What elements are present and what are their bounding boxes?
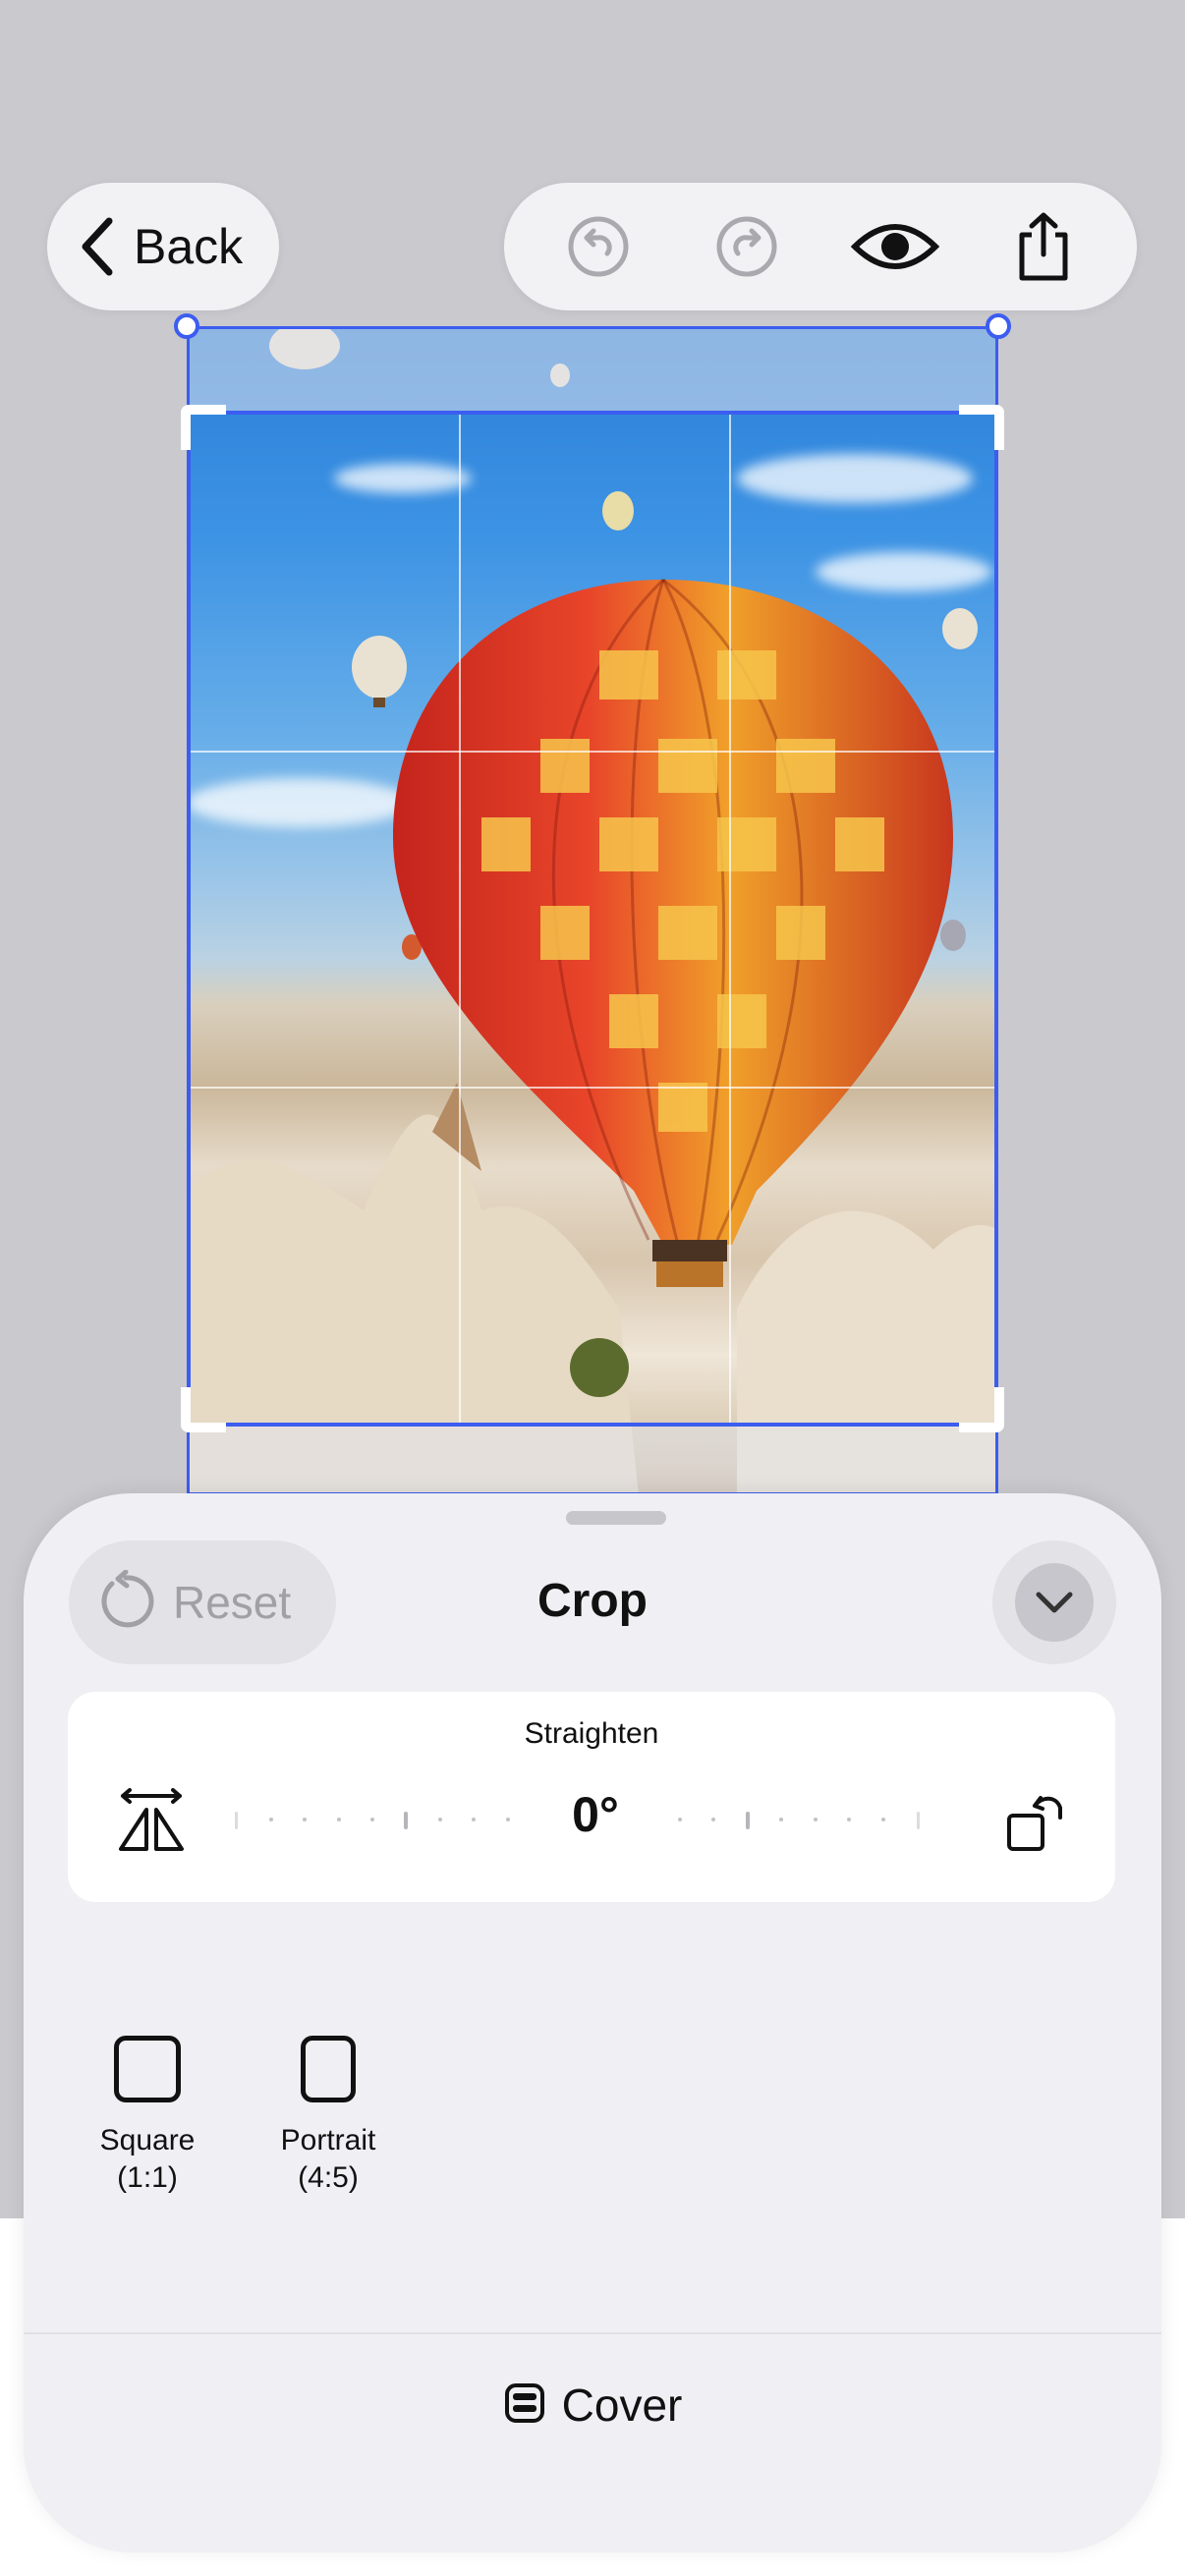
cover-button[interactable]: Cover — [24, 2358, 1161, 2452]
grid-line — [459, 415, 461, 1423]
redo-icon[interactable] — [703, 202, 791, 291]
undo-icon[interactable] — [554, 202, 643, 291]
grid-line — [191, 1087, 994, 1089]
crop-sheet: Reset Crop Straighten 0° Square (1:1) Po… — [24, 1493, 1161, 2552]
aspect-portrait-option[interactable]: Portrait (4:5) — [250, 2036, 407, 2197]
eye-icon[interactable] — [850, 202, 939, 291]
aspect-square-option[interactable]: Square (1:1) — [69, 2036, 226, 2197]
grid-line — [191, 751, 994, 753]
cover-stack-icon — [503, 2381, 546, 2430]
straighten-angle-value: 0° — [522, 1786, 669, 1843]
crop-handle-bottom-right[interactable] — [959, 1387, 1004, 1432]
aspect-option-name: Square — [99, 2124, 196, 2156]
cover-label: Cover — [561, 2380, 683, 2431]
sheet-divider — [24, 2332, 1161, 2334]
portrait-ratio-icon — [301, 2036, 356, 2102]
toolbar-actions — [504, 183, 1137, 310]
flip-horizontal-icon[interactable] — [117, 1788, 186, 1853]
aspect-option-ratio: (1:1) — [117, 2161, 178, 2194]
aspect-option-ratio: (4:5) — [298, 2161, 359, 2194]
straighten-label: Straighten — [524, 1717, 659, 1750]
crop-handle-bottom-left[interactable] — [181, 1387, 226, 1432]
crop-handle-top-left[interactable] — [181, 405, 226, 450]
back-button[interactable]: Back — [47, 183, 279, 310]
rotation-handle-right[interactable] — [986, 313, 1011, 339]
square-ratio-icon — [114, 2036, 181, 2102]
crop-handle-top-right[interactable] — [959, 405, 1004, 450]
collapse-sheet-button[interactable] — [992, 1540, 1116, 1664]
grid-line — [729, 415, 731, 1423]
rotate-icon[interactable] — [1005, 1788, 1068, 1853]
share-icon[interactable] — [999, 202, 1088, 291]
straighten-control: Straighten 0° — [68, 1692, 1115, 1902]
sheet-grabber[interactable] — [566, 1511, 666, 1525]
aspect-option-name: Portrait — [280, 2124, 376, 2156]
chevron-down-icon — [1015, 1563, 1094, 1642]
crop-frame[interactable] — [181, 405, 1004, 1432]
chevron-left-icon — [73, 212, 122, 281]
rotation-handle-left[interactable] — [174, 313, 199, 339]
sheet-title: Crop — [537, 1575, 648, 1627]
back-label: Back — [134, 219, 244, 274]
